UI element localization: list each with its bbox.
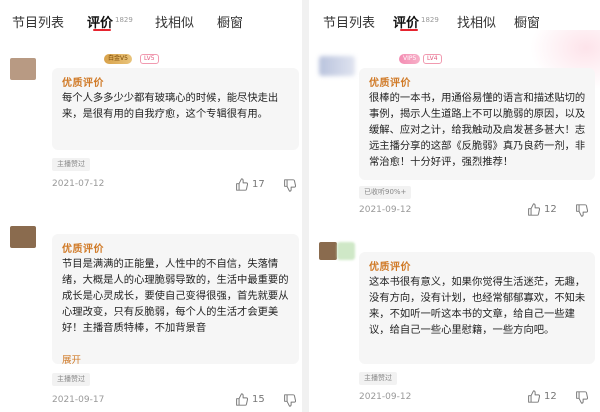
avatar[interactable] (319, 242, 337, 260)
member-badge: VIP5 (399, 54, 421, 64)
avatar[interactable] (10, 58, 36, 80)
thumbs-up-icon[interactable] (527, 203, 540, 216)
tab-active-indicator (400, 29, 418, 31)
review-card[interactable]: 优质评价 这本书很有意义，如果你觉得生活迷茫，无趣，没有方向，没有计划，也经常郁… (359, 252, 595, 364)
thumbs-down-icon[interactable] (283, 179, 296, 192)
listened-tag: 已收听90%+ (359, 186, 412, 199)
tab-showcase[interactable]: 橱窗 (217, 12, 243, 31)
review-date: 2021-09-12 (359, 205, 412, 215)
tab-showcase[interactable]: 橱窗 (514, 12, 540, 31)
review-text: 节目是满满的正能量，人性中的不自信，失落情绪，大概是人的心理脆弱导致的，生活中最… (62, 258, 289, 334)
tab-reviews-count: 1829 (115, 16, 133, 24)
panel-divider (302, 0, 309, 412)
anchor-liked-tag: 主播赞过 (52, 373, 90, 386)
thumbs-down-icon[interactable] (283, 394, 296, 407)
left-screenshot-panel: 节目列表 评价 1829 找相似 橱窗 白金V5 LV5 优质评价 每个人多多少少… (0, 0, 302, 412)
member-badge: 白金V5 (104, 54, 132, 64)
expand-link[interactable]: 展开 (62, 352, 81, 366)
tab-find-similar[interactable]: 找相似 (155, 12, 194, 31)
avatar[interactable] (10, 226, 36, 248)
like-count: 12 (544, 391, 557, 402)
like-count: 12 (544, 204, 557, 215)
tab-active-indicator (93, 29, 111, 31)
like-count: 17 (252, 179, 265, 190)
thumbs-up-icon[interactable] (235, 393, 248, 406)
avatar-decoration (337, 242, 355, 260)
thumbs-down-icon[interactable] (575, 391, 588, 404)
review-text: 每个人多多少少都有玻璃心的时候，能尽快走出来，是很有用的自我疗愈，这个专辑很有用… (62, 92, 279, 120)
review-text: 这本书很有意义，如果你觉得生活迷茫，无趣，没有方向，没有计划，也经常郁郁寡欢，不… (369, 276, 586, 336)
quality-review-title: 优质评价 (62, 78, 104, 89)
review-date: 2021-09-12 (359, 392, 412, 402)
anchor-liked-tag: 主播赞过 (359, 372, 397, 385)
avatar[interactable] (319, 56, 355, 76)
thumbs-up-icon[interactable] (235, 178, 248, 191)
quality-review-title: 优质评价 (369, 262, 411, 273)
review-card[interactable]: 优质评价 很棒的一本书，用通俗易懂的语言和描述贴切的事例，揭示人生道路上不可以脆… (359, 68, 595, 180)
thumbs-down-icon[interactable] (575, 204, 588, 217)
quality-review-title: 优质评价 (369, 78, 411, 89)
review-text: 很棒的一本书，用通俗易懂的语言和描述贴切的事例，揭示人生道路上不可以脆弱的原因，… (369, 92, 586, 168)
tab-program-list[interactable]: 节目列表 (323, 12, 375, 31)
tab-program-list[interactable]: 节目列表 (12, 12, 64, 31)
review-card[interactable]: 优质评价 每个人多多少少都有玻璃心的时候，能尽快走出来，是很有用的自我疗愈，这个… (52, 68, 299, 150)
quality-review-title: 优质评价 (62, 244, 104, 255)
like-count: 15 (252, 394, 265, 405)
review-date: 2021-07-12 (52, 179, 105, 189)
right-screenshot-panel: 节目列表 评价 1829 找相似 橱窗 VIP5 LV4 优质评价 很棒的一本书，… (309, 0, 600, 412)
review-card[interactable]: 优质评价 节目是满满的正能量，人性中的不自信，失落情绪，大概是人的心理脆弱导致的… (52, 234, 299, 366)
level-badge: LV5 (140, 54, 159, 64)
tab-bar: 节目列表 评价 1829 找相似 橱窗 (0, 8, 302, 34)
tab-reviews-count: 1829 (421, 16, 439, 24)
thumbs-up-icon[interactable] (527, 390, 540, 403)
tab-find-similar[interactable]: 找相似 (457, 12, 496, 31)
level-badge: LV4 (423, 54, 442, 64)
anchor-liked-tag: 主播赞过 (52, 158, 90, 171)
tab-bar: 节目列表 评价 1829 找相似 橱窗 (309, 8, 600, 34)
review-date: 2021-09-17 (52, 395, 105, 405)
